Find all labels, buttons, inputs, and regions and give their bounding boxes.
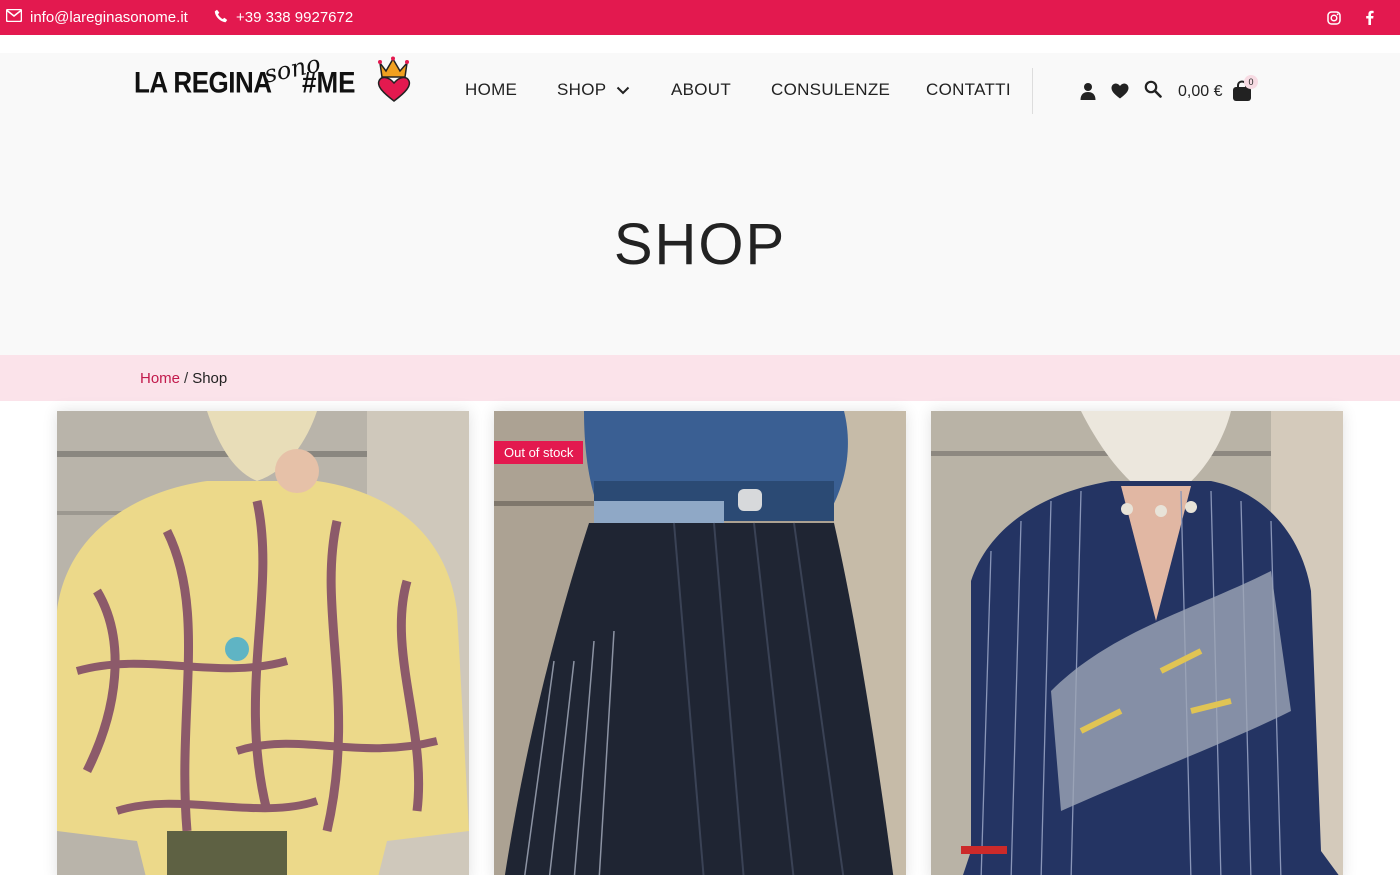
nav-shop[interactable]: SHOP (557, 79, 630, 101)
nav-home[interactable]: HOME (465, 79, 517, 101)
product-card[interactable] (931, 411, 1343, 875)
phone-text: +39 338 9927672 (236, 9, 354, 26)
nav-contatti[interactable]: CONTATTI (926, 79, 1011, 101)
cart-count-badge: 0 (1244, 75, 1258, 89)
product-image-denim-skirt[interactable] (494, 411, 906, 875)
product-image-yellow-jacket[interactable] (57, 411, 469, 875)
breadcrumb-home-link[interactable]: Home (140, 370, 180, 387)
header-divider (1032, 68, 1033, 114)
site-header: LA REGINA sono #ME HOME SHOP ABOUT CONSU… (0, 35, 1400, 355)
user-icon[interactable] (1079, 81, 1097, 101)
header-top-strip (0, 35, 1400, 53)
product-card[interactable] (57, 411, 469, 875)
instagram-icon[interactable] (1327, 0, 1341, 35)
nav-about[interactable]: ABOUT (671, 79, 731, 101)
breadcrumb: Home / Shop (0, 355, 1400, 401)
cart-total[interactable]: 0,00 € (1178, 83, 1222, 101)
envelope-icon (5, 8, 23, 26)
nav-shop-label: SHOP (557, 80, 607, 99)
breadcrumb-trail: Home / Shop (140, 370, 227, 387)
email-text: info@lareginasonome.it (30, 9, 188, 26)
breadcrumb-current: Shop (192, 369, 228, 387)
logo-text-la-regina: LA REGINA (134, 64, 272, 100)
heart-icon[interactable] (1110, 81, 1130, 101)
product-image-pinstripe-blazer[interactable] (931, 411, 1343, 875)
email-link[interactable]: info@lareginasonome.it (5, 0, 188, 35)
facebook-icon[interactable] (1365, 0, 1374, 35)
phone-link[interactable]: +39 338 9927672 (214, 0, 353, 35)
breadcrumb-separator: / (184, 369, 189, 387)
logo-text-me: #ME (302, 64, 356, 100)
search-icon[interactable] (1143, 79, 1163, 99)
nav-consulenze[interactable]: CONSULENZE (771, 79, 890, 101)
top-bar: info@lareginasonome.it +39 338 9927672 (0, 0, 1400, 35)
chevron-down-icon[interactable] (616, 80, 630, 100)
site-logo[interactable]: LA REGINA sono #ME (134, 49, 414, 110)
product-card[interactable]: Out of stock (494, 411, 906, 875)
page-title: SHOP (613, 212, 787, 277)
crowned-heart-icon (374, 55, 414, 110)
out-of-stock-badge: Out of stock (494, 441, 584, 464)
phone-icon (214, 9, 228, 27)
